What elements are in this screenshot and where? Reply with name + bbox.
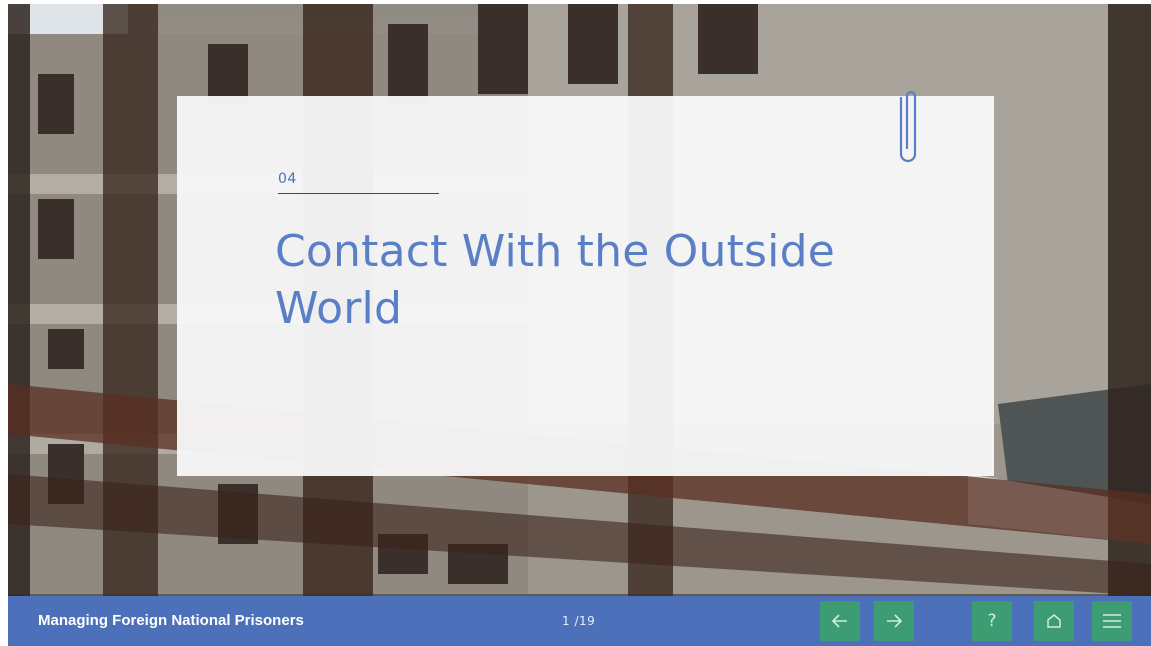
section-number: 04 — [278, 171, 439, 194]
arrow-left-icon — [832, 614, 847, 628]
footer-bar: Managing Foreign National Prisoners 1 /1… — [8, 596, 1151, 646]
page-indicator: 1 /19 — [562, 614, 596, 628]
previous-button[interactable] — [820, 601, 860, 641]
home-button[interactable] — [1034, 601, 1074, 641]
next-button[interactable] — [874, 601, 914, 641]
hamburger-menu-icon — [1103, 614, 1121, 628]
question-icon: ? — [987, 611, 997, 631]
menu-button[interactable] — [1092, 601, 1132, 641]
arrow-right-icon — [887, 614, 902, 628]
section-title: Contact With the Outside World — [275, 226, 835, 334]
course-title: Managing Foreign National Prisoners — [38, 612, 304, 629]
home-icon — [1047, 614, 1061, 628]
paperclip-icon — [899, 90, 917, 163]
help-button[interactable]: ? — [972, 601, 1012, 641]
slide-frame: 04 Contact With the Outside World Managi… — [8, 4, 1151, 646]
section-title-card: 04 Contact With the Outside World — [177, 90, 994, 476]
